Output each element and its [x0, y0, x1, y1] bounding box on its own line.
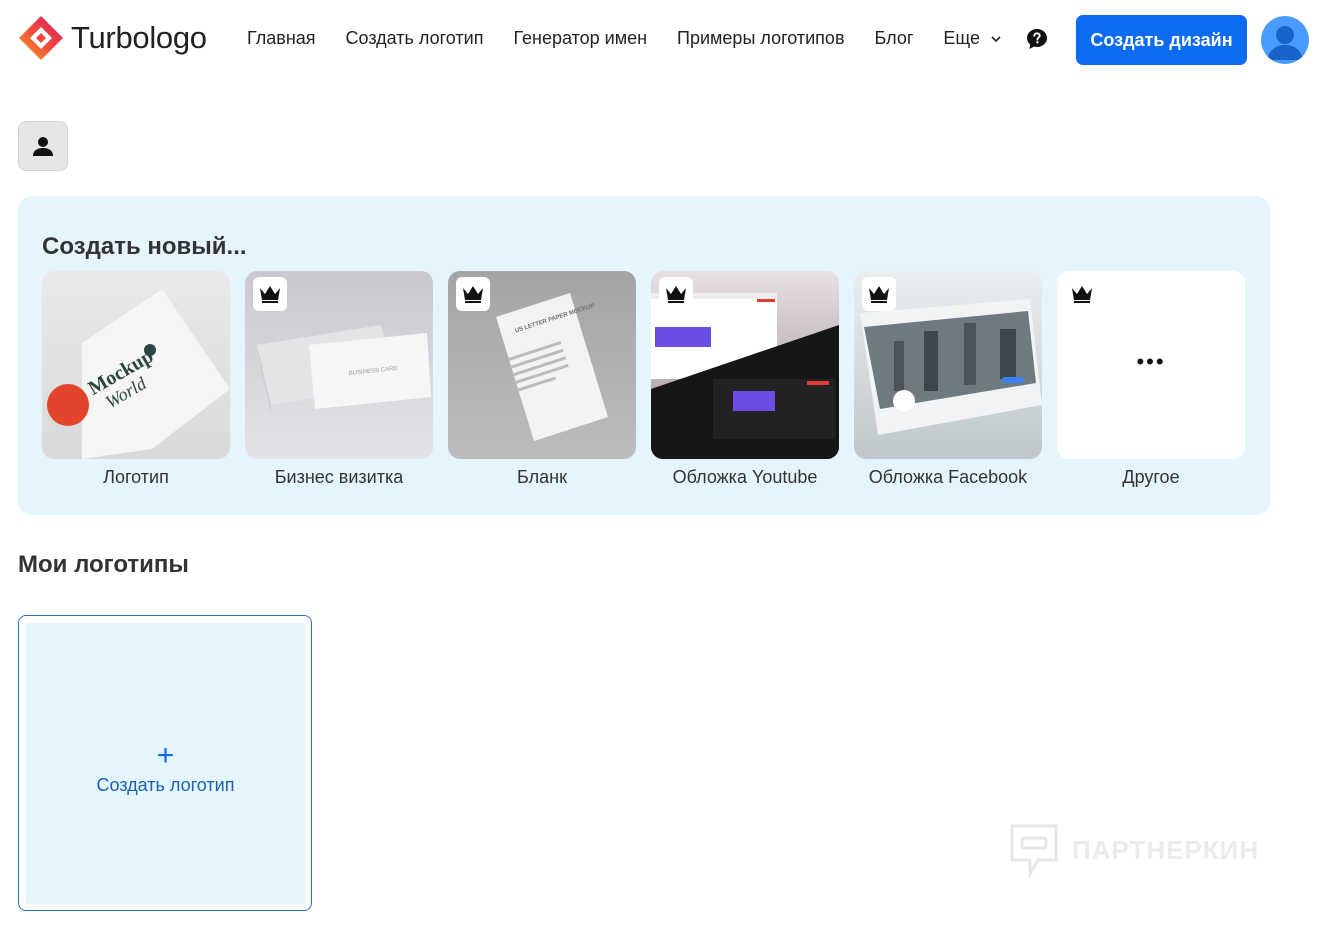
card-facebook-cover[interactable]: Обложка Facebook — [854, 271, 1042, 488]
card-label-business-card: Бизнес визитка — [274, 467, 404, 487]
more-dots-icon: ••• — [1136, 349, 1166, 374]
watermark-text: ПАРТНЕРКИН — [1072, 834, 1260, 865]
create-new-panel: Создать новый... Mockup World Логотип BU… — [18, 196, 1270, 515]
crown-icon — [463, 286, 483, 303]
watermark-logo-icon — [1010, 824, 1058, 878]
create-logo-card-inner: + Создать логотип — [26, 623, 305, 904]
brand-name: Turbologo — [71, 20, 207, 55]
card-other[interactable]: ••• Другое — [1057, 271, 1245, 488]
chevron-down-icon — [991, 35, 1001, 42]
premium-crown-badge — [1065, 277, 1099, 311]
card-business-card[interactable]: BUSINESS CARD Бизнес визитка — [245, 271, 433, 488]
crown-icon — [260, 286, 280, 303]
premium-crown-badge — [659, 277, 693, 311]
other-thumbnail: ••• — [1057, 271, 1245, 459]
nav-item-name-generator[interactable]: Генератор имен — [513, 28, 647, 49]
nav-item-home[interactable]: Главная — [247, 28, 316, 49]
nav-item-more[interactable]: Еще — [943, 28, 1002, 49]
card-label-other: Другое — [1122, 467, 1180, 487]
business-card-thumbnail: BUSINESS CARD — [245, 271, 433, 459]
crown-icon — [666, 286, 686, 303]
top-header: Turbologo Главная Создать логотип Генера… — [0, 0, 1321, 80]
user-avatar[interactable] — [1261, 16, 1309, 64]
create-logo-label: Создать логотип — [96, 775, 235, 795]
youtube-cover-thumbnail — [651, 271, 839, 459]
turbologo-logo-icon — [19, 16, 63, 60]
card-label-facebook-cover: Обложка Facebook — [868, 467, 1028, 487]
card-label-letterhead: Бланк — [517, 467, 567, 487]
create-cards: Mockup World Логотип BUSINESS CARD Бизне… — [42, 271, 1260, 488]
crown-icon — [1072, 286, 1092, 303]
plus-icon: + — [156, 739, 175, 772]
question-circle-icon[interactable] — [1026, 28, 1048, 50]
brand-logo[interactable]: Turbologo — [18, 15, 207, 61]
premium-crown-badge — [253, 277, 287, 311]
facebook-cover-thumbnail — [854, 271, 1042, 459]
nav-item-blog[interactable]: Блог — [875, 28, 914, 49]
premium-crown-badge — [456, 277, 490, 311]
avatar-user-icon — [1267, 26, 1303, 60]
premium-crown-badge — [862, 277, 896, 311]
main-nav: Главная Создать логотип Генератор имен П… — [247, 28, 1032, 49]
profile-button[interactable] — [18, 121, 68, 171]
my-logos-title: Мои логотипы — [18, 551, 189, 578]
create-logo-card[interactable]: + Создать логотип — [18, 615, 312, 911]
create-new-title: Создать новый... — [42, 233, 247, 260]
nav-more-label: Еще — [943, 28, 981, 48]
crown-icon — [869, 286, 889, 303]
user-icon — [33, 137, 53, 156]
nav-item-logo-examples[interactable]: Примеры логотипов — [677, 28, 844, 49]
watermark: ПАРТНЕРКИН — [1008, 822, 1259, 878]
card-label-youtube-cover: Обложка Youtube — [672, 467, 818, 487]
letterhead-thumbnail: US LETTER PAPER MOCKUP — [448, 271, 636, 459]
logo-mockup-thumbnail: Mockup World — [42, 271, 230, 459]
card-letterhead[interactable]: US LETTER PAPER MOCKUP Бланк — [448, 271, 636, 488]
nav-item-create-logo[interactable]: Создать логотип — [346, 28, 484, 49]
card-youtube-cover[interactable]: Обложка Youtube — [651, 271, 839, 488]
card-logo[interactable]: Mockup World Логотип — [42, 271, 230, 488]
create-design-button[interactable]: Создать дизайн — [1076, 15, 1247, 65]
card-label-logo: Логотип — [103, 467, 169, 487]
